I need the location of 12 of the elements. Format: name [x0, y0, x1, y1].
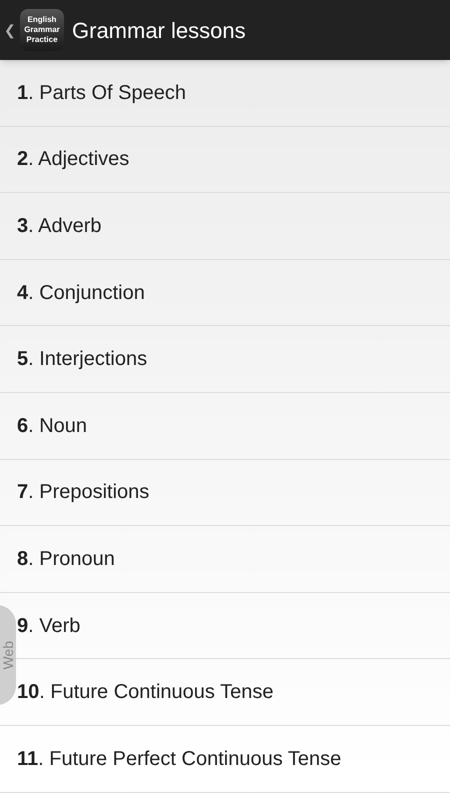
lesson-item[interactable]: 11. Future Perfect Continuous Tense [0, 726, 450, 793]
lesson-item[interactable]: 6. Noun [0, 392, 450, 460]
back-icon[interactable]: ❮ [4, 23, 16, 37]
lesson-item[interactable]: 8. Pronoun [0, 526, 450, 593]
screen-title: Grammar lessons [72, 16, 246, 44]
app-icon[interactable]: English Grammar Practice [20, 9, 64, 51]
lesson-item[interactable]: 2. Adjectives [0, 126, 450, 194]
lesson-item[interactable]: 7. Prepositions [0, 460, 450, 526]
lesson-item[interactable]: 4. Conjunction [0, 260, 450, 326]
lesson-item[interactable]: 5. Interjections [0, 326, 450, 393]
lesson-item[interactable]: 3. Adverb [0, 193, 450, 260]
lesson-item[interactable]: 1. Parts Of Speech [0, 60, 450, 127]
